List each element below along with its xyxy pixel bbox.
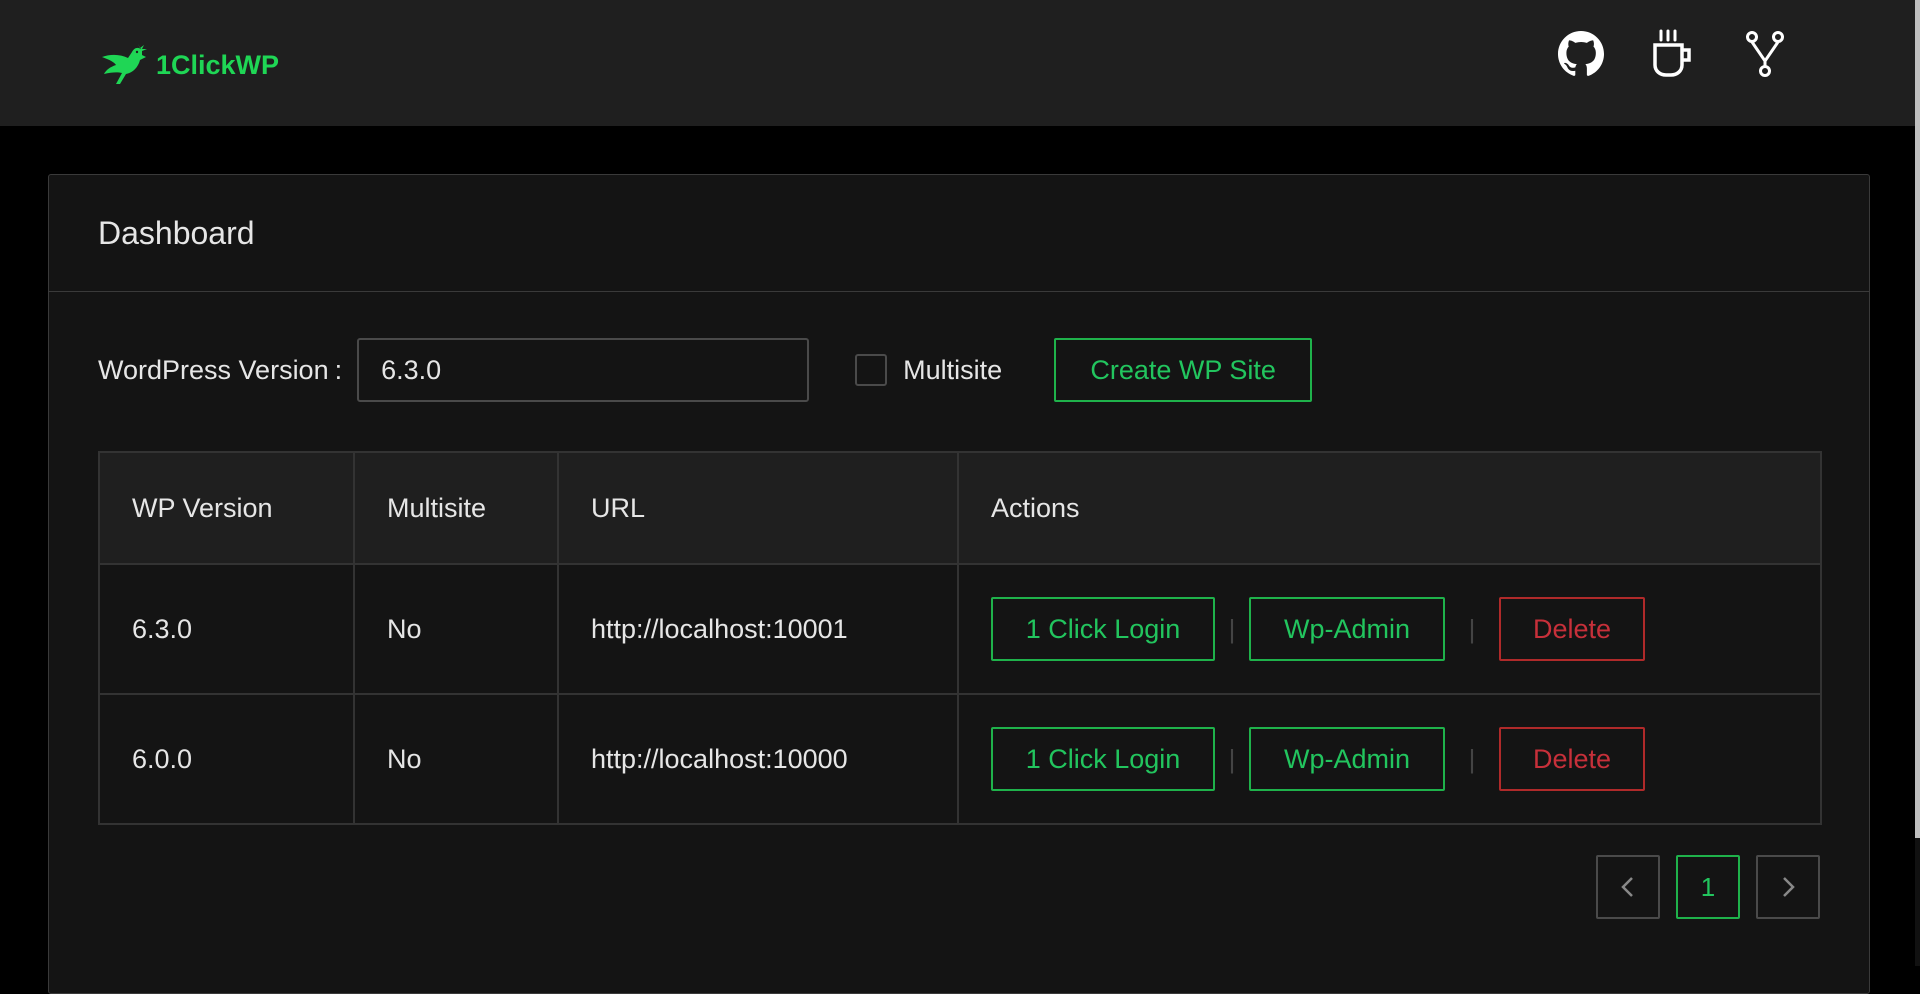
one-click-login-button[interactable]: 1 Click Login: [991, 597, 1215, 661]
delete-button[interactable]: Delete: [1499, 727, 1645, 791]
header-multisite: Multisite: [355, 453, 559, 563]
table-header-row: WP Version Multisite URL Actions: [100, 453, 1820, 563]
create-site-form: WordPress Version : Multisite Create WP …: [98, 338, 1313, 402]
create-site-button[interactable]: Create WP Site: [1054, 338, 1313, 402]
header-icons: [1555, 28, 1791, 80]
table-row: 6.3.0 No http://localhost:10001 1 Click …: [100, 563, 1820, 693]
cell-wp-version: 6.0.0: [100, 695, 355, 823]
cell-multisite: No: [355, 695, 559, 823]
cell-url: http://localhost:10001: [559, 565, 959, 693]
github-icon[interactable]: [1555, 28, 1607, 80]
multisite-option[interactable]: Multisite: [855, 354, 1002, 386]
wp-admin-button[interactable]: Wp-Admin: [1249, 597, 1445, 661]
brand-link[interactable]: 1ClickWP: [98, 40, 279, 90]
header-url: URL: [559, 453, 959, 563]
fork-icon[interactable]: [1739, 28, 1791, 80]
chevron-left-icon: [1621, 877, 1633, 897]
pagination: 1: [1596, 855, 1820, 919]
wp-admin-button[interactable]: Wp-Admin: [1249, 727, 1445, 791]
card-header: Dashboard: [49, 175, 1869, 292]
delete-button[interactable]: Delete: [1499, 597, 1645, 661]
page-title: Dashboard: [98, 214, 255, 251]
version-label: WordPress Version: [98, 354, 329, 385]
scrollbar-thumb[interactable]: [1915, 0, 1920, 838]
multisite-label: Multisite: [903, 354, 1003, 385]
header-actions: Actions: [991, 492, 1080, 523]
top-header: 1ClickWP: [0, 0, 1915, 126]
next-page-button[interactable]: [1756, 855, 1820, 919]
action-separator: |: [1228, 613, 1236, 644]
chevron-right-icon: [1783, 877, 1795, 897]
multisite-checkbox[interactable]: [855, 354, 888, 386]
cell-actions: 1 Click Login | Wp-Admin | Delete: [959, 565, 1820, 693]
dashboard-card: Dashboard WordPress Version : Multisite …: [48, 174, 1870, 994]
page-number-button[interactable]: 1: [1676, 855, 1740, 919]
bird-icon: [102, 44, 147, 84]
action-separator: |: [1468, 613, 1476, 644]
cell-wp-version: 6.3.0: [100, 565, 355, 693]
header-wp-version: WP Version: [100, 453, 355, 563]
cell-actions: 1 Click Login | Wp-Admin | Delete: [959, 695, 1820, 823]
brand-name: 1ClickWP: [156, 49, 280, 80]
version-label-colon: :: [334, 354, 343, 385]
one-click-login-button[interactable]: 1 Click Login: [991, 727, 1215, 791]
prev-page-button[interactable]: [1596, 855, 1660, 919]
action-separator: |: [1228, 743, 1236, 774]
table-row: 6.0.0 No http://localhost:10000 1 Click …: [100, 693, 1820, 823]
coffee-icon[interactable]: [1647, 28, 1699, 80]
cell-multisite: No: [355, 565, 559, 693]
version-input[interactable]: [357, 338, 810, 402]
action-separator: |: [1468, 743, 1476, 774]
sites-table: WP Version Multisite URL Actions 6.3.0 N…: [98, 451, 1822, 825]
cell-url: http://localhost:10000: [559, 695, 959, 823]
